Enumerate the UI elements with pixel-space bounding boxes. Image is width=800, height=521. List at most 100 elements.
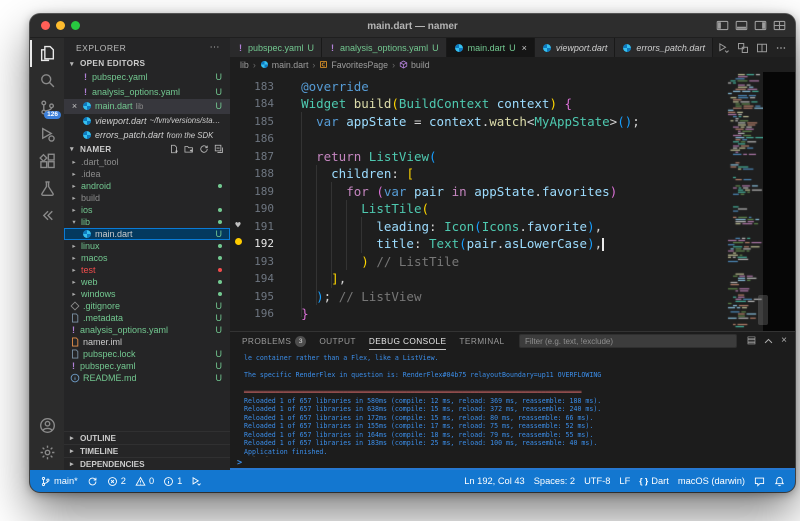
- code-editor[interactable]: 182183 @override184 Widget build(BuildCo…: [230, 72, 795, 331]
- breadcrumb-item-lib[interactable]: lib: [240, 60, 249, 70]
- tab-errors_patch.dart[interactable]: errors_patch.dart: [615, 38, 713, 57]
- status-lf[interactable]: LF: [619, 476, 630, 486]
- customize-layout-button[interactable]: [773, 19, 786, 32]
- code-line-189[interactable]: 189 for (var pair in appState.favorites): [230, 183, 727, 201]
- toggle-secondary-sidebar-button[interactable]: [754, 19, 767, 32]
- tree-item-.dart_tool[interactable]: ▸.dart_tool: [64, 156, 230, 168]
- breadcrumb-item-build[interactable]: build: [399, 60, 430, 70]
- tree-item-README.md[interactable]: README.mdU: [64, 372, 230, 384]
- tree-item-.gitignore[interactable]: .gitignoreU: [64, 300, 230, 312]
- tree-item-web[interactable]: ▸web: [64, 276, 230, 288]
- tab-viewport.dart[interactable]: viewport.dart: [535, 38, 616, 57]
- new-folder-button[interactable]: [184, 144, 194, 154]
- panel-tab-problems[interactable]: PROBLEMS3: [242, 332, 306, 350]
- refresh-button[interactable]: [199, 144, 209, 154]
- activity-references[interactable]: [30, 202, 64, 229]
- tree-item-macos[interactable]: ▸macos: [64, 252, 230, 264]
- tree-item-.metadata[interactable]: .metadataU: [64, 312, 230, 324]
- tree-item-lib[interactable]: ▾lib: [64, 216, 230, 228]
- status-spaces-2[interactable]: Spaces: 2: [534, 476, 575, 486]
- status-ln-192-col-43[interactable]: Ln 192, Col 43: [464, 476, 524, 486]
- tree-item-linux[interactable]: ▸linux: [64, 240, 230, 252]
- code-line-184[interactable]: 184 Widget build(BuildContext context) {: [230, 95, 727, 113]
- activity-run-debug[interactable]: [30, 121, 64, 148]
- code-line-186[interactable]: 186: [230, 130, 727, 148]
- status-2[interactable]: 2: [107, 476, 126, 487]
- collapse-all-button[interactable]: [214, 144, 224, 154]
- tab-main.dart[interactable]: main.dartU×: [447, 38, 535, 57]
- code-line-193[interactable]: 193 ) // ListTile: [230, 253, 727, 271]
- status-macos-darwin[interactable]: macOS (darwin): [678, 476, 745, 486]
- tree-item-android[interactable]: ▸android: [64, 180, 230, 192]
- split-editor-button[interactable]: [756, 42, 768, 54]
- code-line-185[interactable]: 185 var appState = context.watch<MyAppSt…: [230, 113, 727, 131]
- activity-settings[interactable]: [30, 439, 64, 466]
- console-filter-input[interactable]: [519, 334, 737, 348]
- close-panel-button[interactable]: ×: [781, 336, 787, 346]
- more-actions-button[interactable]: [775, 42, 787, 54]
- code-line-196[interactable]: 196 }: [230, 305, 727, 323]
- sidebar-more-actions-button[interactable]: ⋯: [210, 42, 221, 53]
- code-line-194[interactable]: 194 ],: [230, 270, 727, 288]
- close-icon[interactable]: ×: [70, 101, 79, 111]
- tree-item-windows[interactable]: ▸windows: [64, 288, 230, 300]
- status-debug[interactable]: [191, 476, 202, 487]
- run-or-debug-button[interactable]: [718, 42, 730, 54]
- open-editor-item[interactable]: viewport.dart~/fvm/versions/stable/packa…: [64, 114, 230, 129]
- open-editor-item[interactable]: errors_patch.dartfrom the SDK: [64, 128, 230, 143]
- open-changes-button[interactable]: [737, 42, 749, 54]
- tree-item-ios[interactable]: ▸ios: [64, 204, 230, 216]
- breadcrumb-item-FavoritesPage[interactable]: FavoritesPage: [319, 60, 388, 70]
- status-feedback[interactable]: [754, 476, 765, 487]
- tree-item-analysis_options.yaml[interactable]: !analysis_options.yamlU: [64, 324, 230, 336]
- status-sync[interactable]: [87, 476, 98, 487]
- close-icon[interactable]: ×: [520, 43, 527, 53]
- tab-analysis_options.yaml[interactable]: !analysis_options.yamlU: [322, 38, 447, 57]
- tree-item-pubspec.yaml[interactable]: !pubspec.yamlU: [64, 360, 230, 372]
- status-bell[interactable]: [774, 476, 785, 487]
- toggle-primary-sidebar-button[interactable]: [716, 19, 729, 32]
- minimap-slider[interactable]: [758, 295, 768, 325]
- activity-testing[interactable]: [30, 175, 64, 202]
- panel-tab-terminal[interactable]: TERMINAL: [459, 332, 504, 350]
- tree-item-namer.iml[interactable]: namer.iml: [64, 336, 230, 348]
- section-timeline[interactable]: ▸TIMELINE: [64, 444, 230, 457]
- toggle-panel-button[interactable]: [735, 19, 748, 32]
- tab-pubspec.yaml[interactable]: !pubspec.yamlU: [230, 38, 322, 57]
- section-dependencies[interactable]: ▸DEPENDENCIES: [64, 457, 230, 470]
- status-main[interactable]: main*: [40, 476, 78, 487]
- panel-tab-output[interactable]: OUTPUT: [319, 332, 356, 350]
- tree-item-test[interactable]: ▸test: [64, 264, 230, 276]
- activity-account[interactable]: [30, 412, 64, 439]
- minimap[interactable]: [727, 72, 763, 331]
- status-utf-8[interactable]: UTF-8: [584, 476, 610, 486]
- workspace-root-header[interactable]: ▾ NAMER: [64, 143, 230, 156]
- section-outline[interactable]: ▸OUTLINE: [64, 431, 230, 444]
- breadcrumb-item-main.dart[interactable]: main.dart: [260, 60, 309, 70]
- panel-views-icon[interactable]: ▤: [747, 336, 756, 346]
- code-line-191[interactable]: ♥191 leading: Icon(Icons.favorite),: [230, 218, 727, 236]
- tree-item-build[interactable]: ▸build: [64, 192, 230, 204]
- maximize-panel-button[interactable]: [763, 336, 774, 347]
- open-editors-header[interactable]: ▾ OPEN EDITORS: [64, 57, 230, 70]
- new-file-button[interactable]: [169, 144, 179, 154]
- tree-item-.idea[interactable]: ▸.idea: [64, 168, 230, 180]
- tree-item-main.dart[interactable]: main.dartU: [64, 228, 230, 240]
- activity-extensions[interactable]: [30, 148, 64, 175]
- status-dart[interactable]: { }Dart: [639, 476, 669, 486]
- open-editor-item[interactable]: ×main.dartlibU: [64, 99, 230, 114]
- code-line-192[interactable]: 192 title: Text(pair.asLowerCase),: [230, 235, 727, 253]
- status-0[interactable]: 0: [135, 476, 154, 487]
- code-line-195[interactable]: 195 ); // ListView: [230, 288, 727, 306]
- tree-item-pubspec.lock[interactable]: pubspec.lockU: [64, 348, 230, 360]
- open-editor-item[interactable]: !analysis_options.yamlU: [64, 85, 230, 100]
- code-line-190[interactable]: 190 ListTile(: [230, 200, 727, 218]
- activity-explorer[interactable]: [30, 40, 64, 67]
- activity-source-control[interactable]: 126: [30, 94, 64, 121]
- code-line-183[interactable]: 183 @override: [230, 78, 727, 96]
- status-1[interactable]: 1: [163, 476, 182, 487]
- code-line-187[interactable]: 187 return ListView(: [230, 148, 727, 166]
- panel-tab-debug-console[interactable]: DEBUG CONSOLE: [369, 332, 447, 350]
- activity-search[interactable]: [30, 67, 64, 94]
- lightbulb-icon[interactable]: [235, 238, 242, 245]
